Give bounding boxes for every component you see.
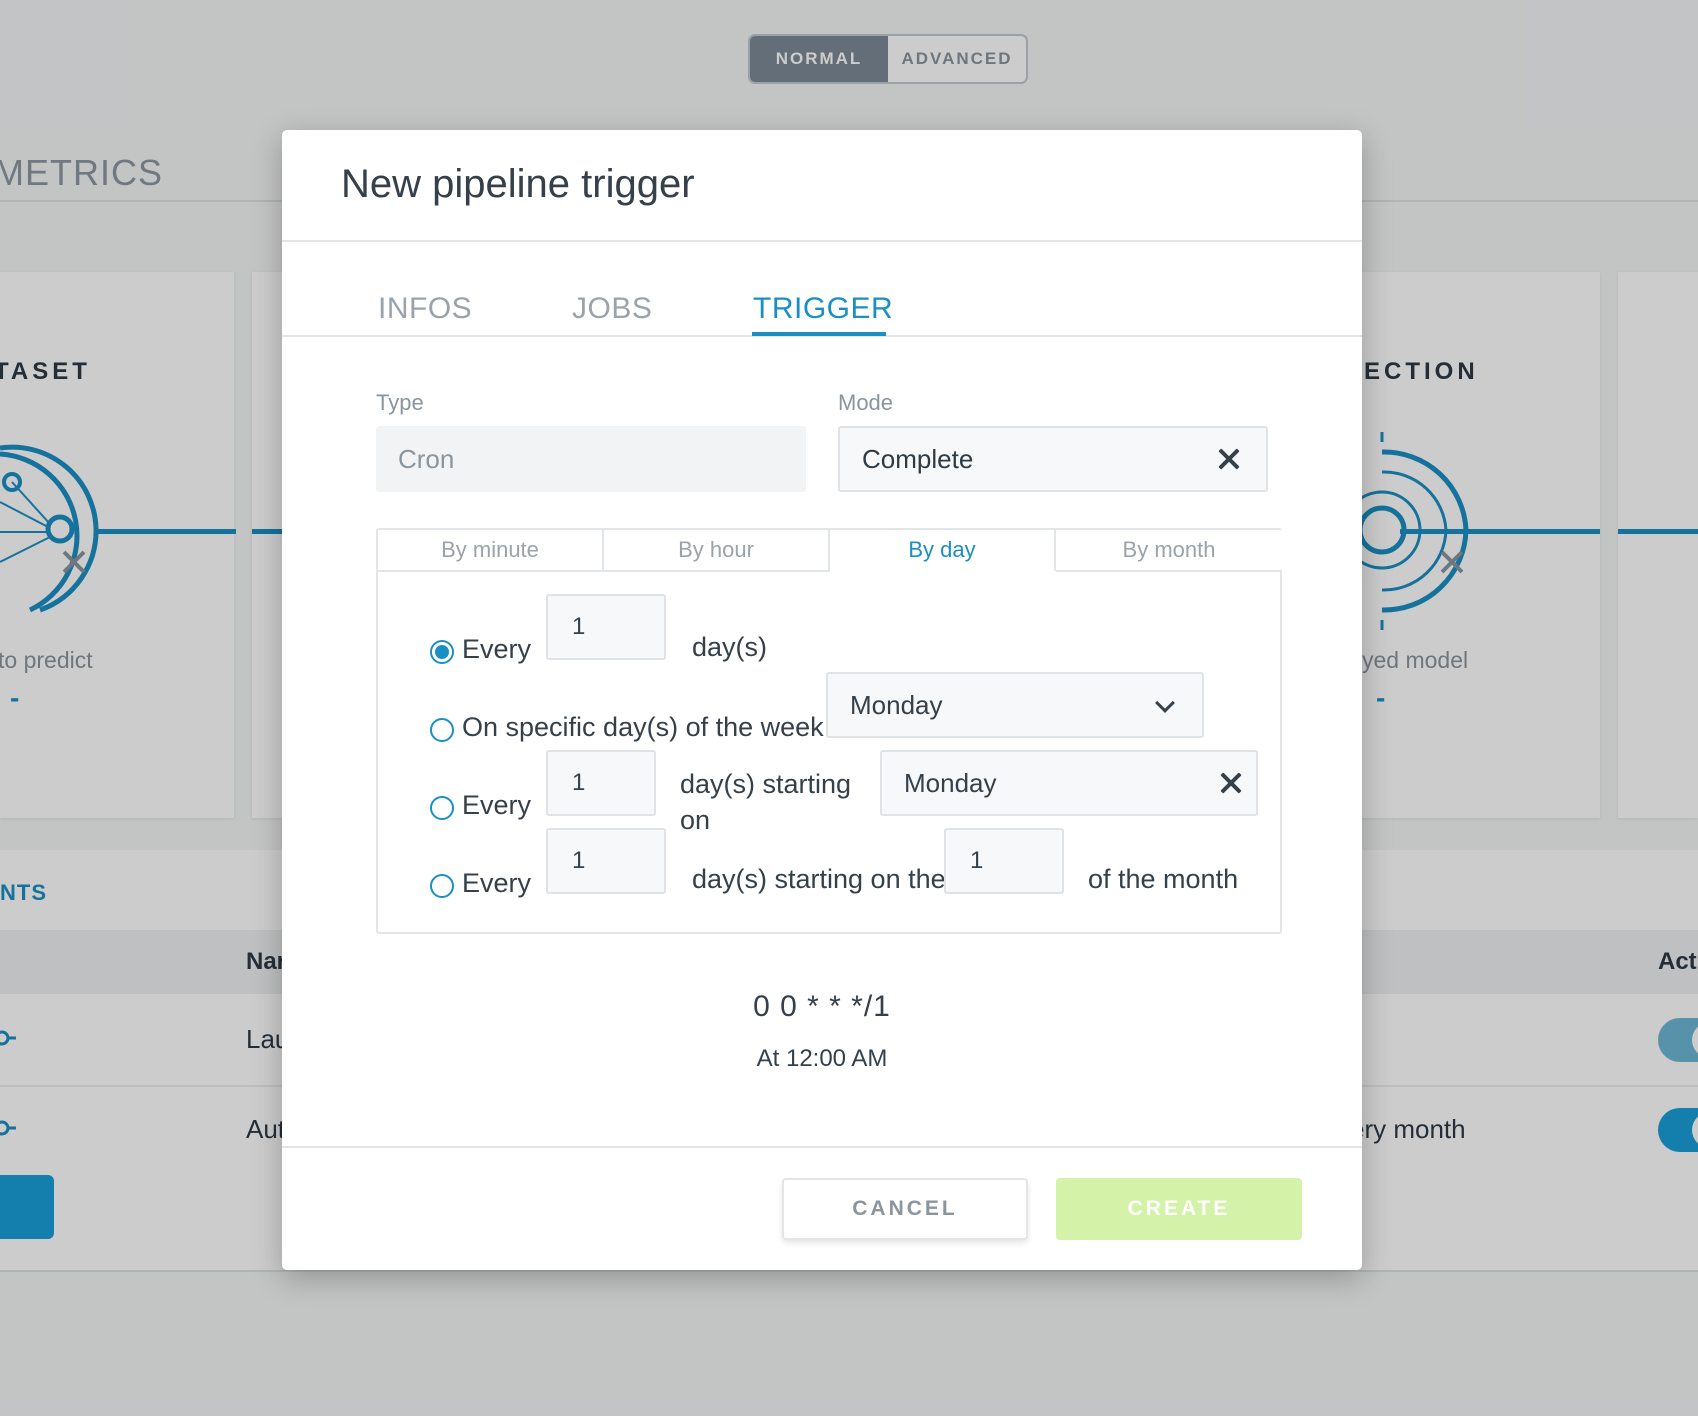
every-days-value: 1 bbox=[572, 613, 586, 640]
every-days-starting-weekday-input[interactable]: 1 bbox=[546, 750, 656, 816]
every-days-starting-weekday-value: 1 bbox=[572, 769, 586, 796]
chevron-down-icon[interactable] bbox=[1155, 693, 1175, 713]
active-tab-indicator bbox=[752, 332, 886, 336]
every-days-input[interactable]: 1 bbox=[546, 594, 666, 660]
frequency-panel: By minute By hour By day By month Every … bbox=[376, 528, 1282, 934]
mode-value: Complete bbox=[862, 443, 974, 474]
days-starting-on-label: day(s) starting on bbox=[680, 769, 852, 835]
tab-by-hour[interactable]: By hour bbox=[604, 530, 830, 572]
every-days-starting-monthday-input[interactable]: 1 bbox=[546, 828, 666, 894]
specific-weekday-label: On specific day(s) of the week bbox=[462, 712, 824, 742]
clear-starting-weekday-icon[interactable] bbox=[1220, 772, 1242, 794]
modal-title: New pipeline trigger bbox=[341, 162, 695, 206]
tab-by-month[interactable]: By month bbox=[1056, 530, 1282, 572]
every-label: Every bbox=[462, 790, 532, 820]
cancel-button[interactable]: CANCEL bbox=[782, 1178, 1028, 1240]
of-the-month-label: of the month bbox=[1088, 864, 1239, 894]
weekday-select[interactable]: Monday bbox=[826, 672, 1204, 738]
mode-select[interactable]: Complete bbox=[838, 426, 1268, 492]
radio-specific-weekday[interactable] bbox=[430, 718, 454, 742]
create-button[interactable]: CREATE bbox=[1056, 1178, 1302, 1240]
tab-by-minute[interactable]: By minute bbox=[378, 530, 604, 572]
every-label: Every bbox=[462, 868, 532, 898]
day-of-month-input[interactable]: 1 bbox=[944, 828, 1064, 894]
day-of-month-value: 1 bbox=[970, 847, 984, 874]
new-pipeline-trigger-modal: New pipeline trigger INFOS JOBS TRIGGER … bbox=[282, 130, 1362, 1270]
type-value: Cron bbox=[398, 443, 455, 474]
tab-by-day[interactable]: By day bbox=[830, 530, 1056, 572]
radio-every-days[interactable] bbox=[430, 640, 454, 664]
tab-jobs[interactable]: JOBS bbox=[572, 292, 652, 326]
mode-label: Mode bbox=[838, 390, 894, 415]
cron-description: At 12:00 AM bbox=[756, 1045, 888, 1072]
type-label: Type bbox=[376, 390, 424, 415]
modal-footer-divider bbox=[282, 1146, 1362, 1148]
every-days-starting-monthday-value: 1 bbox=[572, 847, 586, 874]
weekday-select-value: Monday bbox=[850, 689, 943, 720]
starting-weekday-value: Monday bbox=[904, 767, 997, 798]
tab-trigger[interactable]: TRIGGER bbox=[753, 292, 893, 326]
cron-expression: 0 0 * * */1 bbox=[753, 990, 891, 1023]
starting-weekday-select[interactable]: Monday bbox=[880, 750, 1258, 816]
modal-header-divider bbox=[282, 240, 1362, 242]
type-field: Cron bbox=[376, 426, 806, 492]
tab-infos[interactable]: INFOS bbox=[378, 292, 472, 326]
days-suffix: day(s) bbox=[692, 632, 768, 662]
clear-mode-icon[interactable] bbox=[1218, 448, 1240, 470]
every-label: Every bbox=[462, 634, 532, 664]
radio-every-days-starting-monthday[interactable] bbox=[430, 874, 454, 898]
days-starting-on-the-label: day(s) starting on the bbox=[692, 864, 946, 894]
radio-every-days-starting-weekday[interactable] bbox=[430, 796, 454, 820]
